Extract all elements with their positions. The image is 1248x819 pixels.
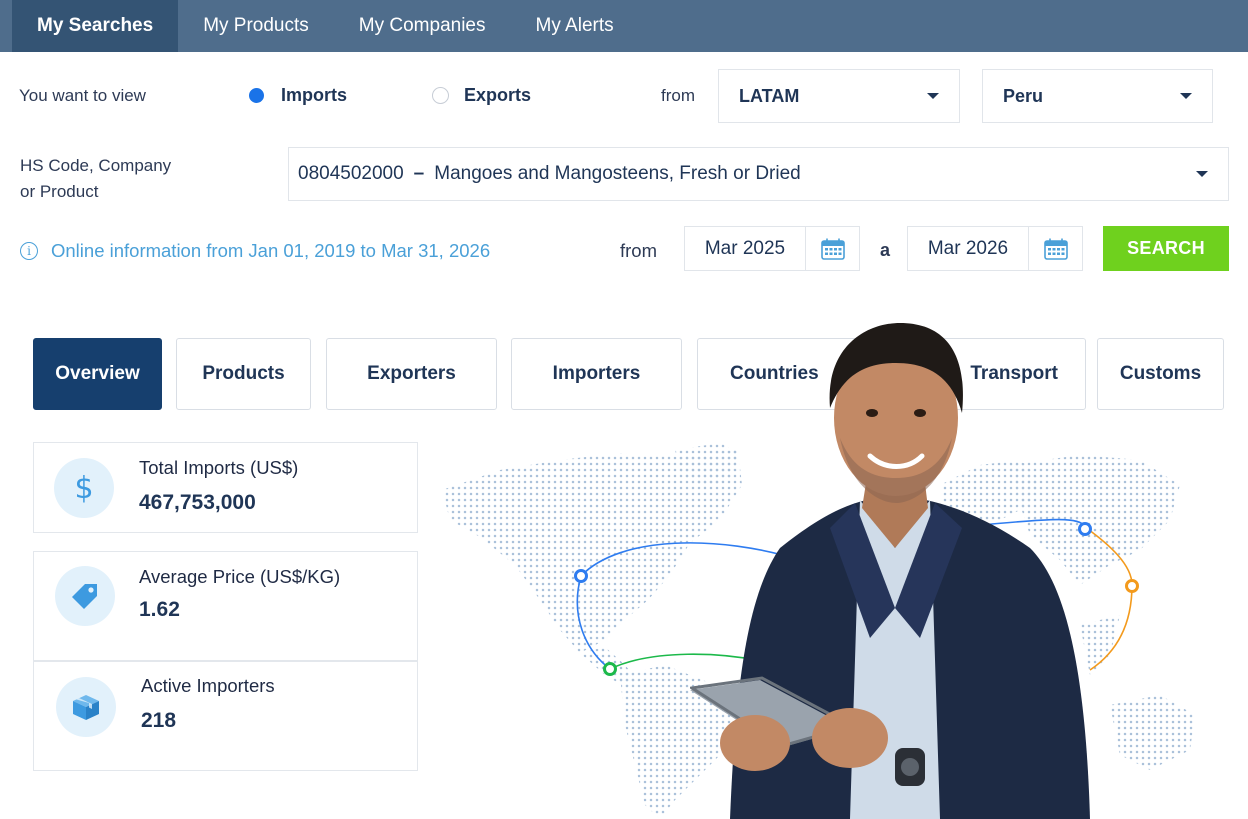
date-from-field[interactable]: Mar 2025 — [684, 226, 860, 271]
stat-card-active-importers: Active Importers 218 — [33, 661, 418, 771]
tab-customs[interactable]: Customs — [1097, 338, 1224, 410]
tab-exporters[interactable]: Exporters — [326, 338, 497, 410]
view-label: You want to view — [19, 86, 146, 105]
price-tag-icon — [55, 566, 115, 626]
hs-code-text: 0804502000– Mangoes and Mangosteens, Fres… — [298, 163, 801, 185]
date-from-label: from — [620, 240, 657, 261]
top-nav: My Searches My Products My Companies My … — [0, 0, 1248, 52]
route-node — [1125, 579, 1139, 593]
info-icon: i — [20, 242, 38, 260]
tab-importers[interactable]: Importers — [511, 338, 682, 410]
radio-unselected-icon — [432, 87, 449, 104]
hs-code-value: 0804502000 — [298, 163, 404, 184]
hs-label: HS Code, Company or Product — [20, 153, 171, 205]
date-to-value: Mar 2026 — [927, 237, 1009, 259]
route-node — [603, 662, 617, 676]
nav-tab-my-products[interactable]: My Products — [178, 0, 334, 52]
stat-title: Average Price (US$/KG) — [139, 566, 341, 587]
region-from-label: from — [661, 86, 695, 105]
hs-description: Mangoes and Mangosteens, Fresh or Dried — [434, 163, 801, 184]
country-value: Peru — [1003, 85, 1044, 106]
region-select[interactable]: LATAM — [718, 69, 960, 123]
date-from-value: Mar 2025 — [704, 237, 786, 259]
chevron-down-icon — [927, 93, 939, 99]
hs-separator: – — [413, 163, 425, 184]
info-text: Online information from Jan 01, 2019 to … — [51, 240, 491, 261]
stat-value: 467,753,000 — [139, 491, 256, 514]
radio-exports[interactable]: Exports — [432, 85, 531, 106]
businessman-photo — [690, 323, 1090, 819]
tab-products[interactable]: Products — [176, 338, 311, 410]
radio-selected-icon — [249, 88, 264, 103]
radio-imports-label: Imports — [281, 85, 348, 105]
stat-value: 1.62 — [139, 598, 180, 621]
radio-imports[interactable]: Imports — [249, 85, 347, 106]
calendar-icon[interactable] — [805, 227, 859, 270]
nav-tab-my-companies[interactable]: My Companies — [334, 0, 511, 52]
stat-card-total-imports: $ Total Imports (US$) 467,753,000 — [33, 442, 418, 533]
hs-label-line1: HS Code, Company — [20, 156, 172, 175]
search-button[interactable]: SEARCH — [1103, 226, 1229, 271]
box-icon — [56, 677, 116, 737]
stat-title: Active Importers — [141, 675, 275, 696]
radio-exports-label: Exports — [464, 85, 532, 105]
hs-code-select[interactable]: 0804502000– Mangoes and Mangosteens, Fres… — [288, 147, 1229, 201]
info-notice: i Online information from Jan 01, 2019 t… — [20, 240, 490, 262]
route-node — [574, 569, 588, 583]
stat-card-average-price: Average Price (US$/KG) 1.62 — [33, 551, 418, 661]
date-to-field[interactable]: Mar 2026 — [907, 226, 1083, 271]
stat-title: Total Imports (US$) — [139, 457, 299, 478]
tab-overview[interactable]: Overview — [33, 338, 162, 410]
date-to-label: a — [880, 240, 891, 260]
dollar-icon: $ — [54, 458, 114, 518]
stat-value: 218 — [141, 709, 177, 732]
region-value: LATAM — [739, 85, 800, 106]
nav-tab-my-searches[interactable]: My Searches — [12, 0, 179, 52]
chevron-down-icon — [1180, 93, 1192, 99]
hs-label-line2: or Product — [20, 182, 99, 201]
calendar-icon[interactable] — [1028, 227, 1082, 270]
country-select[interactable]: Peru — [982, 69, 1213, 123]
chevron-down-icon — [1196, 171, 1208, 177]
nav-tab-my-alerts[interactable]: My Alerts — [511, 0, 639, 52]
